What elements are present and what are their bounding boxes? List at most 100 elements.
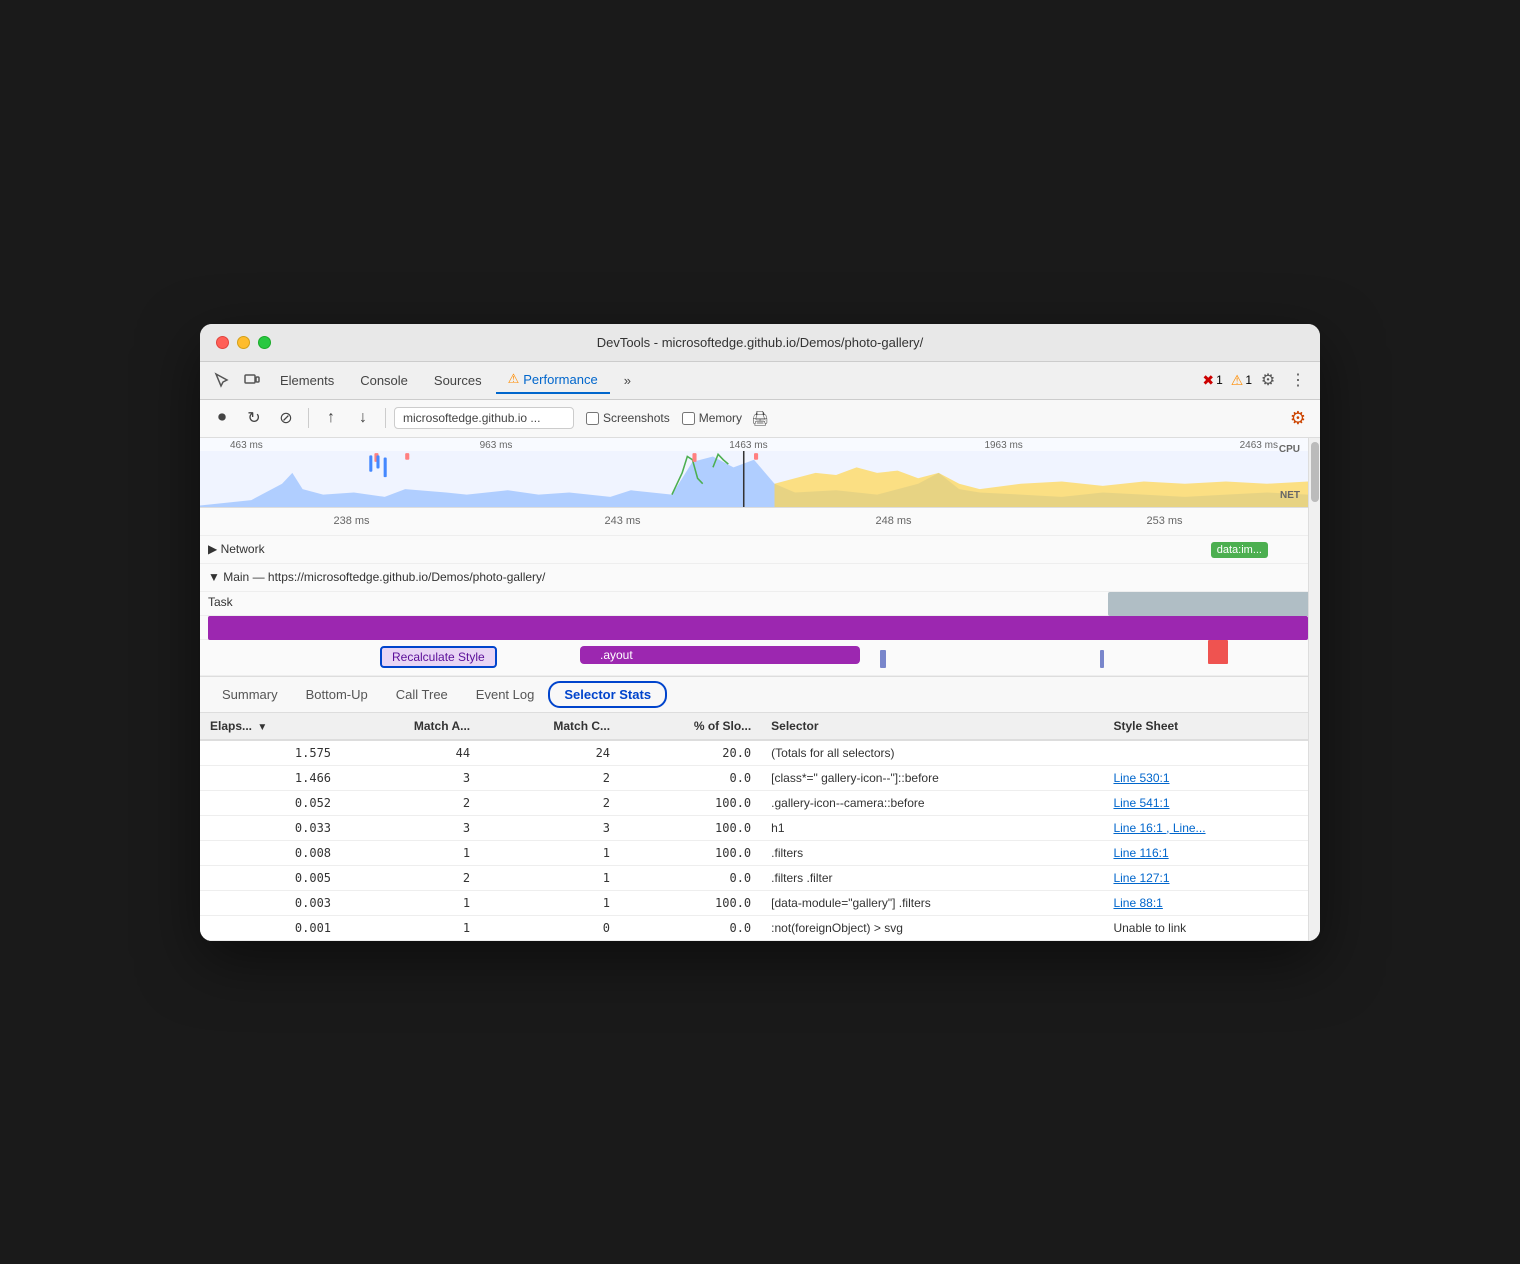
main-track[interactable]: Main — https://microsoftedge.github.io/D… (200, 564, 1308, 592)
tab-sources[interactable]: Sources (422, 366, 494, 394)
cell-elapsed-2: 0.052 (200, 790, 341, 815)
col-pct[interactable]: % of Slo... (620, 713, 761, 740)
stylesheet-link-1[interactable]: Line 530:1 (1113, 771, 1169, 785)
col-match-a[interactable]: Match A... (341, 713, 480, 740)
col-match-c-label: Match C... (553, 719, 610, 733)
data-badge: data:im... (1211, 542, 1268, 556)
ruler-mark-2: 963 ms (480, 440, 513, 451)
tab-call-tree[interactable]: Call Tree (382, 681, 462, 708)
stylesheet-link-4[interactable]: Line 116:1 (1113, 846, 1168, 860)
cell-selector-5: .filters .filter (761, 865, 1103, 890)
stylesheet-link-6[interactable]: Line 88:1 (1113, 896, 1162, 910)
cell-pct-7: 0.0 (620, 915, 761, 940)
stylesheet-link-3[interactable]: Line 16:1 , Line... (1113, 821, 1205, 835)
screenshots-checkbox-group[interactable]: Screenshots (586, 411, 670, 425)
cell-pct-6: 100.0 (620, 890, 761, 915)
col-selector-label: Selector (771, 719, 818, 733)
error-count: ✖ 1 (1202, 372, 1222, 389)
memory-label: Memory (699, 411, 742, 425)
cell-match-a-0: 44 (341, 740, 480, 766)
record-button[interactable]: ⏺ (208, 404, 236, 432)
memory-checkbox-group[interactable]: Memory (682, 411, 742, 425)
tab-event-log[interactable]: Event Log (462, 681, 549, 708)
recalc-bar (208, 616, 1308, 640)
tab-summary[interactable]: Summary (208, 681, 292, 708)
memory-checkbox[interactable] (682, 412, 695, 425)
col-stylesheet-label: Style Sheet (1113, 719, 1178, 733)
timeline-overview[interactable]: 463 ms 963 ms 1463 ms 1963 ms 2463 ms (200, 438, 1308, 508)
task-bar (1108, 592, 1308, 616)
tab-console[interactable]: Console (348, 366, 420, 394)
cell-stylesheet-2[interactable]: Line 541:1 (1103, 790, 1308, 815)
cell-pct-4: 100.0 (620, 840, 761, 865)
screenshots-checkbox[interactable] (586, 412, 599, 425)
tab-performance[interactable]: ⚠ Performance (496, 366, 610, 394)
cell-match-c-4: 1 (480, 840, 620, 865)
close-button[interactable] (216, 336, 229, 349)
layout-label: .ayout (600, 648, 633, 662)
cell-match-c-5: 1 (480, 865, 620, 890)
cell-elapsed-5: 0.005 (200, 865, 341, 890)
network-track-label: Network (208, 542, 265, 556)
layout-box[interactable]: .ayout (580, 646, 860, 664)
col-elapsed[interactable]: Elaps... ▼ (200, 713, 341, 740)
col-selector[interactable]: Selector (761, 713, 1103, 740)
cell-match-c-7: 0 (480, 915, 620, 940)
stylesheet-link-2[interactable]: Line 541:1 (1113, 796, 1169, 810)
net-label: NET (1280, 490, 1300, 501)
tab-elements[interactable]: Elements (268, 366, 346, 394)
cell-match-a-3: 3 (341, 815, 480, 840)
col-match-c[interactable]: Match C... (480, 713, 620, 740)
cell-match-a-5: 2 (341, 865, 480, 890)
table-row: 0.001 1 0 0.0 :not(foreignObject) > svg … (200, 915, 1308, 940)
ruler-tick-2: 243 ms (487, 515, 758, 527)
cell-pct-1: 0.0 (620, 765, 761, 790)
main-content: 463 ms 963 ms 1463 ms 1963 ms 2463 ms (200, 438, 1320, 941)
title-bar: DevTools - microsoftedge.github.io/Demos… (200, 324, 1320, 362)
cell-stylesheet-5[interactable]: Line 127:1 (1103, 865, 1308, 890)
table-row: 0.033 3 3 100.0 h1 Line 16:1 , Line... (200, 815, 1308, 840)
clear-button[interactable]: ⊘ (272, 404, 300, 432)
table-body: 1.575 44 24 20.0 (Totals for all selecto… (200, 740, 1308, 941)
cell-elapsed-6: 0.003 (200, 890, 341, 915)
bottom-panel: Summary Bottom-Up Call Tree Event Log Se… (200, 676, 1308, 941)
upload-button[interactable]: ↑ (317, 404, 345, 432)
scrollbar-thumb[interactable] (1311, 442, 1319, 502)
reload-button[interactable]: ↻ (240, 404, 268, 432)
cell-stylesheet-6[interactable]: Line 88:1 (1103, 890, 1308, 915)
cell-stylesheet-7: Unable to link (1103, 915, 1308, 940)
stylesheet-link-5[interactable]: Line 127:1 (1113, 871, 1169, 885)
pointer-icon[interactable] (208, 366, 236, 394)
more-options-button[interactable]: ⋮ (1284, 366, 1312, 394)
tab-bottom-up[interactable]: Bottom-Up (292, 681, 382, 708)
cell-selector-0: (Totals for all selectors) (761, 740, 1103, 766)
scrollbar[interactable] (1308, 438, 1320, 941)
cell-match-a-7: 1 (341, 915, 480, 940)
tab-more[interactable]: » (612, 366, 643, 394)
col-pct-label: % of Slo... (694, 719, 751, 733)
cpu-label: CPU (1279, 444, 1300, 455)
col-stylesheet[interactable]: Style Sheet (1103, 713, 1308, 740)
performance-settings-button[interactable]: ⚙ (1284, 404, 1312, 432)
maximize-button[interactable] (258, 336, 271, 349)
device-toolbar-icon[interactable] (238, 366, 266, 394)
cell-stylesheet-1[interactable]: Line 530:1 (1103, 765, 1308, 790)
ruler-mark-1: 463 ms (230, 440, 263, 451)
cell-selector-7: :not(foreignObject) > svg (761, 915, 1103, 940)
cell-match-a-1: 3 (341, 765, 480, 790)
table-header-row: Elaps... ▼ Match A... Match C... % of Sl… (200, 713, 1308, 740)
printer-icon-button[interactable]: 🖨 (746, 404, 774, 432)
cell-match-c-0: 24 (480, 740, 620, 766)
content-area: 463 ms 963 ms 1463 ms 1963 ms 2463 ms (200, 438, 1308, 941)
toolbar-divider-1 (308, 408, 309, 428)
cell-stylesheet-3[interactable]: Line 16:1 , Line... (1103, 815, 1308, 840)
cell-stylesheet-4[interactable]: Line 116:1 (1103, 840, 1308, 865)
tab-selector-stats[interactable]: Selector Stats (548, 681, 667, 708)
minimize-button[interactable] (237, 336, 250, 349)
settings-button[interactable]: ⚙ (1254, 366, 1282, 394)
network-track[interactable]: Network data:im... (200, 536, 1308, 564)
recalculate-style-box[interactable]: Recalculate Style (380, 646, 497, 668)
flamechart-row[interactable]: Recalculate Style .ayout (200, 640, 1308, 676)
col-match-a-label: Match A... (414, 719, 470, 733)
download-button[interactable]: ↓ (349, 404, 377, 432)
